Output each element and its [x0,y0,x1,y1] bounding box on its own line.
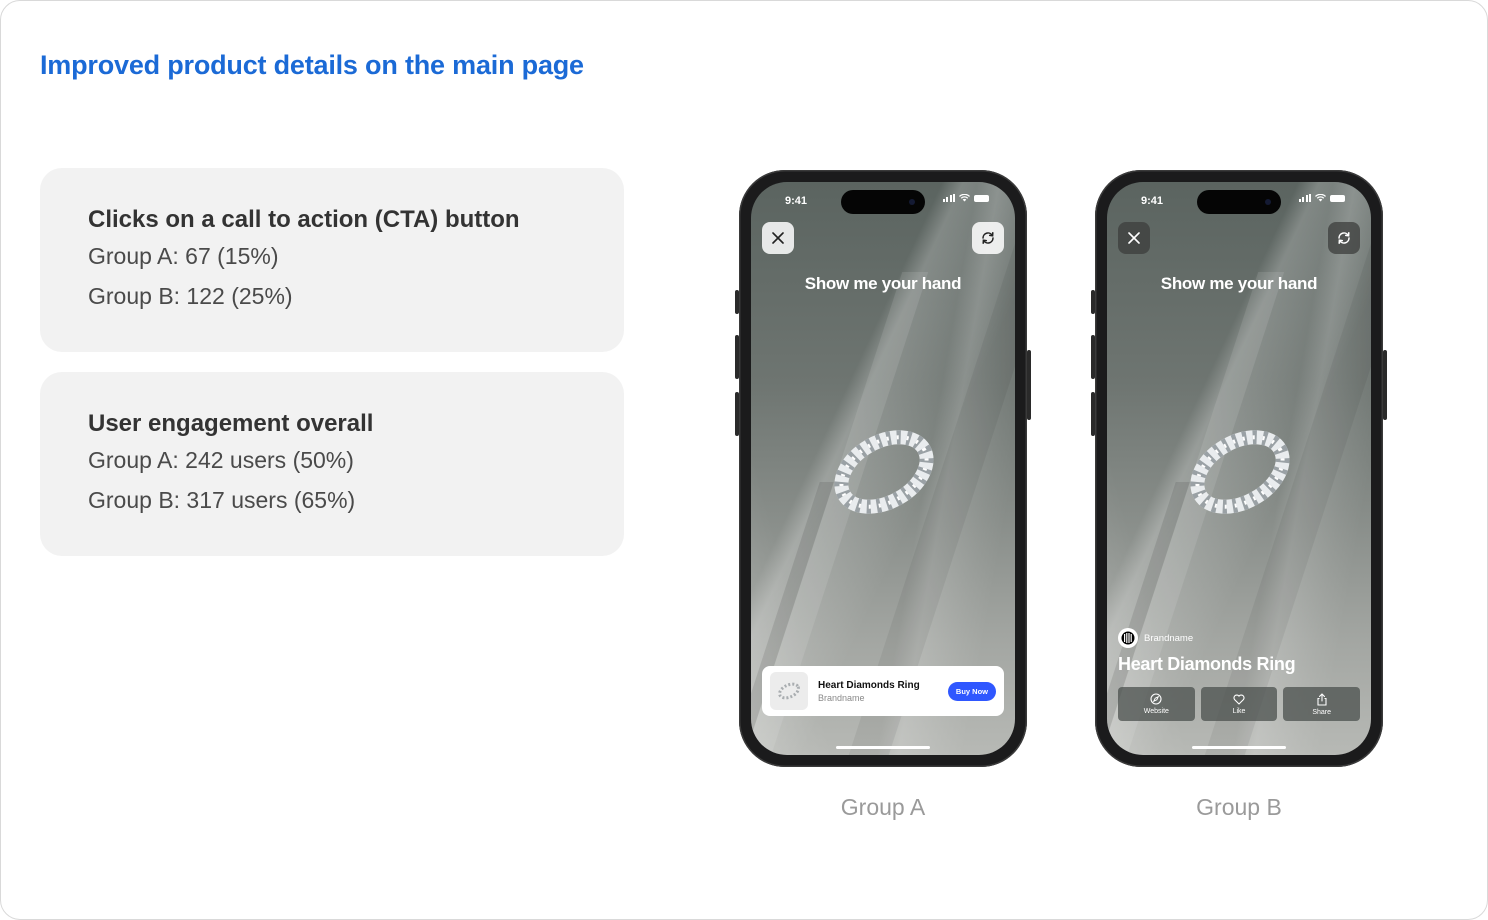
signal-icon [1298,194,1311,202]
refresh-button[interactable] [972,222,1004,254]
metric-group-a: Group A: 242 users (50%) [88,447,354,473]
brand-row[interactable]: Brandname [1118,628,1193,648]
side-button [1091,335,1095,379]
camera-prompt: Show me your hand [1160,274,1318,293]
close-icon [772,232,784,244]
camera-prompt: Show me your hand [804,274,962,293]
phone-screen: 9:41 Show me your hand Heart Diamonds Ri… [751,182,1015,755]
close-button[interactable] [1118,222,1150,254]
brand-name: Brandname [1144,632,1194,644]
ring-image [1190,430,1290,514]
side-button [735,392,739,436]
compass-icon [1150,693,1162,705]
close-icon [1128,232,1140,244]
action-bar: Website Like Share [1118,687,1361,721]
page-title: Improved product details on the main pag… [40,50,584,80]
metric-group-b: Group B: 122 (25%) [88,283,293,309]
buy-now-button[interactable]: Buy Now [947,681,996,701]
brand-logo [1118,628,1138,648]
wifi-icon [1315,194,1326,202]
side-button [1027,350,1031,420]
side-button [735,335,739,379]
camera-dot [909,199,915,205]
camera-dot [1265,199,1271,205]
website-button[interactable]: Website [1118,687,1195,721]
battery-icon [1330,194,1345,202]
status-time: 9:41 [785,195,808,207]
caption-group-a: Group A [840,794,926,820]
side-button [1091,290,1095,314]
home-indicator [836,746,930,749]
share-icon [1317,692,1327,706]
refresh-icon [1338,232,1350,244]
phone-group-a: 9:41 Show me your hand Heart Diamonds Ri… [735,170,1031,767]
ring-thumbnail-icon [778,682,800,700]
share-button[interactable]: Share [1283,687,1361,721]
metric-card-cta-clicks: Clicks on a call to action (CTA) button … [40,168,624,352]
dynamic-island [1197,190,1281,214]
product-brand: Brandname [818,692,865,703]
metric-title: User engagement overall [88,410,374,437]
refresh-icon [982,232,994,244]
website-label: Website [1143,708,1169,715]
heart-icon [1233,694,1245,705]
share-label: Share [1312,708,1332,716]
metric-title: Clicks on a call to action (CTA) button [88,206,520,233]
status-time: 9:41 [1141,195,1164,207]
like-label: Like [1232,707,1246,715]
home-indicator [1192,746,1286,749]
metric-group-a: Group A: 67 (15%) [88,243,279,269]
product-name: Heart Diamonds Ring [818,679,920,691]
phone-group-b: 9:41 Show me your hand Brandname Heart D… [1091,170,1387,767]
metric-card-engagement: User engagement overall Group A: 242 use… [40,372,624,556]
side-button [735,290,739,314]
side-button [1091,392,1095,436]
close-button[interactable] [762,222,794,254]
product-card[interactable]: Heart Diamonds Ring Brandname Buy Now [762,666,1004,716]
signal-icon [942,194,955,202]
product-thumbnail [770,672,808,710]
status-icons [942,194,989,202]
phone-screen: 9:41 Show me your hand Brandname Heart D… [1107,182,1371,755]
ring-image [834,430,934,514]
dynamic-island [841,190,925,214]
wifi-icon [959,194,970,202]
status-icons [1298,194,1345,202]
battery-icon [974,194,989,202]
like-button[interactable]: Like [1200,687,1278,721]
side-button [1383,350,1387,420]
product-name: Heart Diamonds Ring [1118,654,1296,674]
caption-group-b: Group B [1196,794,1282,820]
metric-group-b: Group B: 317 users (65%) [88,487,356,513]
refresh-button[interactable] [1328,222,1360,254]
